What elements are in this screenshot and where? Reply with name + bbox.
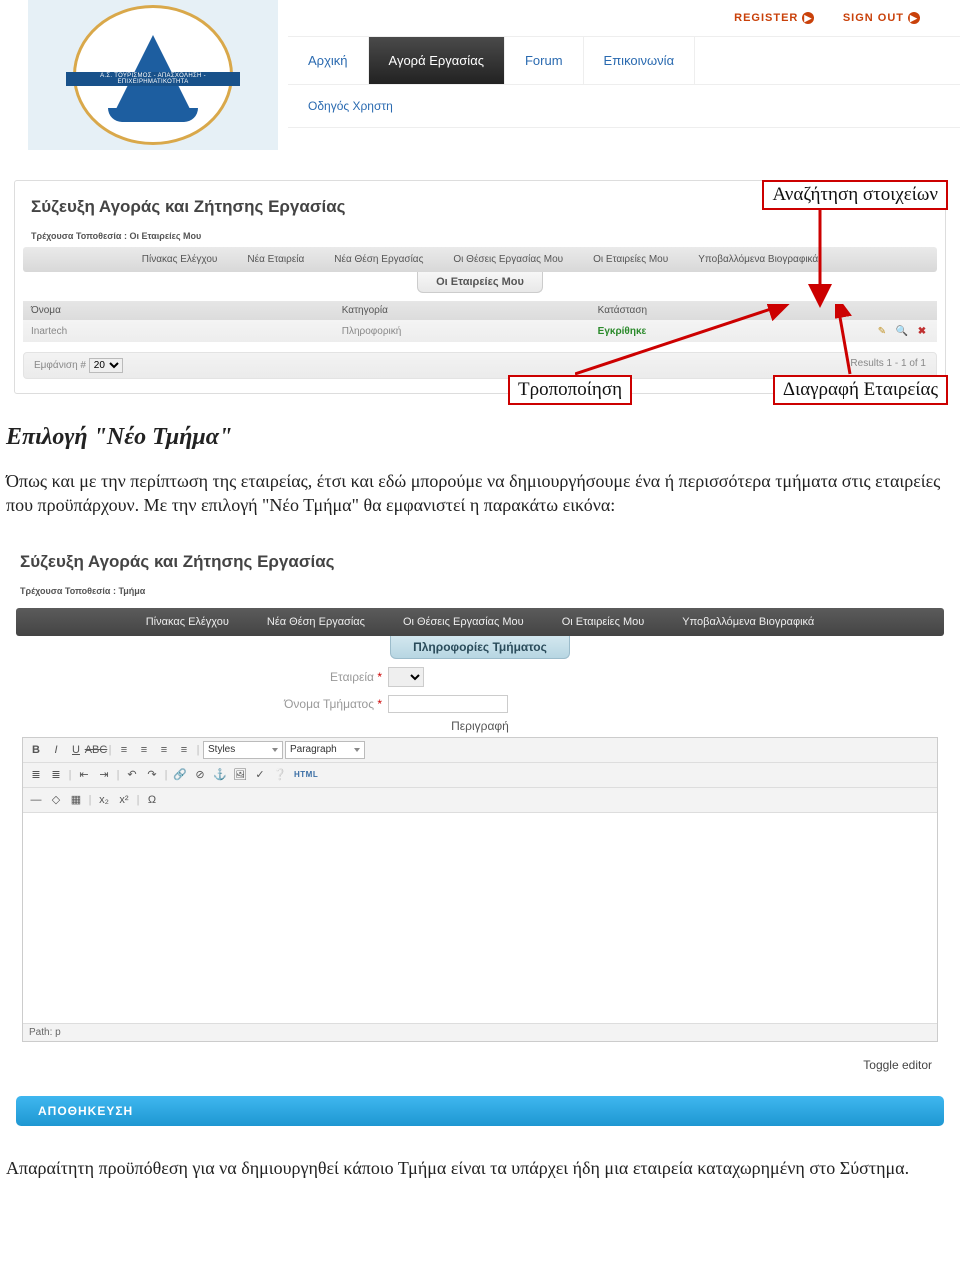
col-name: Όνομα [23,301,334,320]
superscript-icon[interactable]: x² [115,791,133,809]
table-icon[interactable]: ▦ [67,791,85,809]
tab-new-job[interactable]: Νέα Θέση Εργασίας [322,251,435,268]
body-paragraph: Όπως και με την περίπτωση της εταιρείας,… [6,469,954,518]
hr-icon[interactable]: — [27,791,45,809]
eraser-icon[interactable]: ◇ [47,791,65,809]
breadcrumb: Τρέχουσα Τοποθεσία : Τμήμα [16,584,944,602]
subscript-icon[interactable]: x₂ [95,791,113,809]
sign-out-link[interactable]: SIGN OUT▶ [843,12,920,24]
dept-name-input[interactable] [388,695,508,713]
delete-icon[interactable]: ✖ [915,324,929,338]
table-row: Inartech Πληροφορική Εγκρίθηκε ✎ 🔍 ✖ [23,320,937,342]
tab-new-job[interactable]: Νέα Θέση Εργασίας [251,613,381,631]
anchor-icon[interactable]: ⚓ [211,766,229,784]
company-select[interactable] [388,667,424,687]
results-text: Results 1 - 1 of 1 [850,358,926,373]
search-icon[interactable]: 🔍 [895,324,909,338]
bold-icon[interactable]: B [27,741,45,759]
top-links: REGISTER▶ SIGN OUT▶ [288,0,960,37]
unlink-icon[interactable]: ⊘ [191,766,209,784]
companies-panel: Σύζευξη Αγοράς και Ζήτησης Εργασίας Τρέχ… [14,180,946,394]
tab-dashboard[interactable]: Πίνακας Ελέγχου [130,251,230,268]
omega-icon[interactable]: Ω [143,791,161,809]
section-heading: Επιλογή "Νέο Τμήμα" [6,424,960,451]
nav-forum[interactable]: Forum [505,37,584,84]
logo: Α.Σ. ΤΟΥΡΙΣΜΟΣ - ΑΠΑΣΧΟΛΗΣΗ - ΕΠΙΧΕΙΡΗΜΑ… [28,0,278,150]
nav-user-guide[interactable]: Οδηγός Χρηστη [308,99,393,113]
subtab-my-companies: Οι Εταιρείες Μου [417,272,543,293]
col-status: Κατάσταση [590,301,773,320]
indent-icon[interactable]: ⇥ [95,766,113,784]
editor-toolbar-row-1: B I U ABC | ≡ ≡ ≡ ≡ | Styles Paragraph [23,738,937,763]
panel-title: Σύζευξη Αγοράς και Ζήτησης Εργασίας [16,546,944,584]
callout-modify: Τροποποίηση [508,375,632,405]
save-button[interactable]: ΑΠΟΘΗΚΕΥΣΗ [16,1096,944,1126]
arrow-icon: ▶ [908,12,920,24]
paragraph-select[interactable]: Paragraph [285,741,365,759]
main-nav: Αρχική Αγορά Εργασίας Forum Επικοινωνία [288,37,960,85]
strike-icon[interactable]: ABC [87,741,105,759]
align-right-icon[interactable]: ≡ [155,741,173,759]
page-header: Α.Σ. ΤΟΥΡΙΣΜΟΣ - ΑΠΑΣΧΟΛΗΣΗ - ΕΠΙΧΕΙΡΗΜΑ… [0,0,960,150]
row-category: Πληροφορική [334,322,590,341]
edit-icon[interactable]: ✎ [875,324,889,338]
redo-icon[interactable]: ↷ [143,766,161,784]
ol-icon[interactable]: ≣ [47,766,65,784]
editor-content[interactable] [23,813,937,1023]
editor-toolbar-row-3: — ◇ ▦ | x₂ x² | Ω [23,788,937,813]
outdent-icon[interactable]: ⇤ [75,766,93,784]
company-label: Εταιρεία * [22,670,382,684]
toggle-editor-link[interactable]: Toggle editor [863,1058,932,1072]
align-justify-icon[interactable]: ≡ [175,741,193,759]
editor-path: Path: p [23,1023,937,1041]
callout-delete: Διαγραφή Εταιρείας [773,375,948,405]
tab-cvs[interactable]: Υποβαλλόμενα Βιογραφικά [666,613,830,631]
help-icon[interactable]: ❔ [271,766,289,784]
tab-my-companies[interactable]: Οι Εταιρείες Μου [581,251,680,268]
register-link[interactable]: REGISTER▶ [734,12,814,24]
body-paragraph: Απαραίτητη προϋπόθεση για να δημιουργηθε… [6,1156,954,1180]
show-label: Εμφάνιση # [34,360,86,371]
row-name: Inartech [23,322,334,341]
sub-nav-tabs: Πίνακας Ελέγχου Νέα Εταιρεία Νέα Θέση Ερ… [23,247,937,272]
underline-icon[interactable]: U [67,741,85,759]
logo-label: Α.Σ. ΤΟΥΡΙΣΜΟΣ - ΑΠΑΣΧΟΛΗΣΗ - ΕΠΙΧΕΙΡΗΜΑ… [66,72,240,86]
tab-cvs[interactable]: Υποβαλλόμενα Βιογραφικά [686,251,830,268]
tab-my-jobs[interactable]: Οι Θέσεις Εργασίας Μου [441,251,575,268]
show-select[interactable]: 20 [89,358,123,373]
tab-my-jobs[interactable]: Οι Θέσεις Εργασίας Μου [387,613,540,631]
html-button[interactable]: HTML [291,766,321,784]
italic-icon[interactable]: I [47,741,65,759]
table-header: Όνομα Κατηγορία Κατάσταση [23,301,937,320]
col-category: Κατηγορία [334,301,590,320]
subtab-dept-info: Πληροφορίες Τμήματος [390,636,570,659]
align-center-icon[interactable]: ≡ [135,741,153,759]
sub-nav-tabs: Πίνακας Ελέγχου Νέα Θέση Εργασίας Οι Θέσ… [16,608,944,636]
editor-toolbar-row-2: ≣ ≣ | ⇤ ⇥ | ↶ ↷ | 🔗 ⊘ ⚓ 🖼 ✓ ❔ HTML [23,763,937,788]
breadcrumb: Τρέχουσα Τοποθεσία : Οι Εταιρείες Μου [21,229,939,247]
undo-icon[interactable]: ↶ [123,766,141,784]
align-left-icon[interactable]: ≡ [115,741,133,759]
ul-icon[interactable]: ≣ [27,766,45,784]
tab-new-company[interactable]: Νέα Εταιρεία [235,251,316,268]
department-form-panel: Σύζευξη Αγοράς και Ζήτησης Εργασίας Τρέχ… [14,540,946,1144]
nav-contact[interactable]: Επικοινωνία [584,37,696,84]
image-icon[interactable]: 🖼 [231,766,249,784]
row-status: Εγκρίθηκε [590,322,773,341]
link-icon[interactable]: 🔗 [171,766,189,784]
tab-my-companies[interactable]: Οι Εταιρείες Μου [546,613,661,631]
description-label: Περιγραφή [16,719,944,733]
rich-text-editor: B I U ABC | ≡ ≡ ≡ ≡ | Styles Paragraph ≣… [22,737,938,1042]
callout-search: Αναζήτηση στοιχείων [762,180,948,210]
clean-icon[interactable]: ✓ [251,766,269,784]
tab-dashboard[interactable]: Πίνακας Ελέγχου [130,613,245,631]
arrow-icon: ▶ [802,12,814,24]
nav-job-market[interactable]: Αγορά Εργασίας [369,37,505,84]
dept-name-label: Όνομα Τμήματος * [22,697,382,711]
nav-home[interactable]: Αρχική [288,37,369,84]
styles-select[interactable]: Styles [203,741,283,759]
